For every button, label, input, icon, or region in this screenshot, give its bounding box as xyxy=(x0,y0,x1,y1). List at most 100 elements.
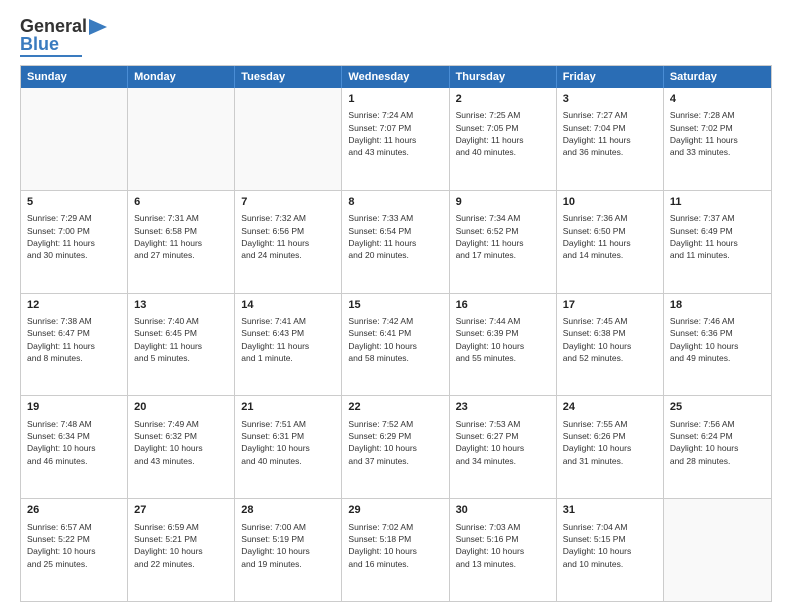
calendar-cell: 31 Sunrise: 7:04 AM Sunset: 5:15 PM Dayli… xyxy=(557,499,664,601)
calendar-cell: 11Sunrise: 7:37 AM Sunset: 6:49 PM Dayli… xyxy=(664,191,771,293)
day-info: Sunrise: 7:49 AM Sunset: 6:32 PM Dayligh… xyxy=(134,418,228,467)
calendar-row-4: 19 Sunrise: 7:48 AM Sunset: 6:34 PM Dayli… xyxy=(21,395,771,498)
day-info: Sunrise: 7:55 AM Sunset: 6:26 PM Dayligh… xyxy=(563,418,657,467)
day-number: 30 xyxy=(456,503,550,518)
day-number: 8 xyxy=(348,195,442,210)
calendar: SundayMondayTuesdayWednesdayThursdayFrid… xyxy=(20,65,772,602)
day-info: Sunrise: 7:24 AM Sunset: 7:07 PM Dayligh… xyxy=(348,109,442,158)
day-number: 17 xyxy=(563,298,657,313)
day-info: Sunrise: 7:45 AM Sunset: 6:38 PM Dayligh… xyxy=(563,315,657,364)
day-number: 31 xyxy=(563,503,657,518)
calendar-cell: 22 Sunrise: 7:52 AM Sunset: 6:29 PM Dayli… xyxy=(342,396,449,498)
day-number: 18 xyxy=(670,298,765,313)
day-number: 19 xyxy=(27,400,121,415)
logo-underline xyxy=(20,55,82,57)
day-info: Sunrise: 7:29 AM Sunset: 7:00 PM Dayligh… xyxy=(27,212,121,261)
calendar-cell: 27 Sunrise: 6:59 AM Sunset: 5:21 PM Dayli… xyxy=(128,499,235,601)
calendar-cell: 19 Sunrise: 7:48 AM Sunset: 6:34 PM Dayli… xyxy=(21,396,128,498)
day-info: Sunrise: 7:53 AM Sunset: 6:27 PM Dayligh… xyxy=(456,418,550,467)
day-info: Sunrise: 7:34 AM Sunset: 6:52 PM Dayligh… xyxy=(456,212,550,261)
calendar-cell: 8Sunrise: 7:33 AM Sunset: 6:54 PM Daylig… xyxy=(342,191,449,293)
day-number: 2 xyxy=(456,92,550,107)
day-info: Sunrise: 7:04 AM Sunset: 5:15 PM Dayligh… xyxy=(563,521,657,570)
header-cell-wednesday: Wednesday xyxy=(342,66,449,88)
calendar-cell: 13 Sunrise: 7:40 AM Sunset: 6:45 PM Dayli… xyxy=(128,294,235,396)
header-cell-monday: Monday xyxy=(128,66,235,88)
day-number: 10 xyxy=(563,195,657,210)
page: General Blue SundayMondayTuesdayWednesda… xyxy=(0,0,792,612)
logo-arrow-icon xyxy=(87,19,109,35)
day-info: Sunrise: 7:02 AM Sunset: 5:18 PM Dayligh… xyxy=(348,521,442,570)
day-number: 1 xyxy=(348,92,442,107)
calendar-cell: 17 Sunrise: 7:45 AM Sunset: 6:38 PM Dayli… xyxy=(557,294,664,396)
calendar-cell: 7Sunrise: 7:32 AM Sunset: 6:56 PM Daylig… xyxy=(235,191,342,293)
day-info: Sunrise: 7:32 AM Sunset: 6:56 PM Dayligh… xyxy=(241,212,335,261)
calendar-row-2: 5 Sunrise: 7:29 AM Sunset: 7:00 PM Daylig… xyxy=(21,190,771,293)
calendar-cell xyxy=(128,88,235,190)
day-info: Sunrise: 7:31 AM Sunset: 6:58 PM Dayligh… xyxy=(134,212,228,261)
calendar-cell: 4 Sunrise: 7:28 AM Sunset: 7:02 PM Daylig… xyxy=(664,88,771,190)
day-info: Sunrise: 6:59 AM Sunset: 5:21 PM Dayligh… xyxy=(134,521,228,570)
calendar-cell: 2 Sunrise: 7:25 AM Sunset: 7:05 PM Daylig… xyxy=(450,88,557,190)
day-number: 24 xyxy=(563,400,657,415)
day-info: Sunrise: 7:25 AM Sunset: 7:05 PM Dayligh… xyxy=(456,109,550,158)
day-number: 28 xyxy=(241,503,335,518)
calendar-cell: 5 Sunrise: 7:29 AM Sunset: 7:00 PM Daylig… xyxy=(21,191,128,293)
calendar-cell: 15 Sunrise: 7:42 AM Sunset: 6:41 PM Dayli… xyxy=(342,294,449,396)
day-info: Sunrise: 7:48 AM Sunset: 6:34 PM Dayligh… xyxy=(27,418,121,467)
calendar-header: SundayMondayTuesdayWednesdayThursdayFrid… xyxy=(21,66,771,88)
day-info: Sunrise: 7:52 AM Sunset: 6:29 PM Dayligh… xyxy=(348,418,442,467)
calendar-cell: 18 Sunrise: 7:46 AM Sunset: 6:36 PM Dayli… xyxy=(664,294,771,396)
day-info: Sunrise: 7:51 AM Sunset: 6:31 PM Dayligh… xyxy=(241,418,335,467)
day-number: 14 xyxy=(241,298,335,313)
day-info: Sunrise: 6:57 AM Sunset: 5:22 PM Dayligh… xyxy=(27,521,121,570)
calendar-cell: 29Sunrise: 7:02 AM Sunset: 5:18 PM Dayli… xyxy=(342,499,449,601)
calendar-cell xyxy=(664,499,771,601)
calendar-cell: 12Sunrise: 7:38 AM Sunset: 6:47 PM Dayli… xyxy=(21,294,128,396)
day-info: Sunrise: 7:38 AM Sunset: 6:47 PM Dayligh… xyxy=(27,315,121,364)
day-number: 13 xyxy=(134,298,228,313)
day-number: 26 xyxy=(27,503,121,518)
day-number: 4 xyxy=(670,92,765,107)
day-info: Sunrise: 7:46 AM Sunset: 6:36 PM Dayligh… xyxy=(670,315,765,364)
day-number: 20 xyxy=(134,400,228,415)
day-number: 5 xyxy=(27,195,121,210)
day-info: Sunrise: 7:42 AM Sunset: 6:41 PM Dayligh… xyxy=(348,315,442,364)
header: General Blue xyxy=(20,16,772,57)
header-cell-thursday: Thursday xyxy=(450,66,557,88)
calendar-cell xyxy=(235,88,342,190)
calendar-cell: 6 Sunrise: 7:31 AM Sunset: 6:58 PM Daylig… xyxy=(128,191,235,293)
calendar-cell: 9 Sunrise: 7:34 AM Sunset: 6:52 PM Daylig… xyxy=(450,191,557,293)
day-number: 11 xyxy=(670,195,765,210)
calendar-body: 1 Sunrise: 7:24 AM Sunset: 7:07 PM Daylig… xyxy=(21,88,771,601)
calendar-cell: 10 Sunrise: 7:36 AM Sunset: 6:50 PM Dayli… xyxy=(557,191,664,293)
day-number: 15 xyxy=(348,298,442,313)
day-number: 6 xyxy=(134,195,228,210)
day-info: Sunrise: 7:00 AM Sunset: 5:19 PM Dayligh… xyxy=(241,521,335,570)
logo: General Blue xyxy=(20,16,109,57)
calendar-cell: 30Sunrise: 7:03 AM Sunset: 5:16 PM Dayli… xyxy=(450,499,557,601)
day-number: 3 xyxy=(563,92,657,107)
day-info: Sunrise: 7:36 AM Sunset: 6:50 PM Dayligh… xyxy=(563,212,657,261)
calendar-cell: 20 Sunrise: 7:49 AM Sunset: 6:32 PM Dayli… xyxy=(128,396,235,498)
day-info: Sunrise: 7:40 AM Sunset: 6:45 PM Dayligh… xyxy=(134,315,228,364)
day-info: Sunrise: 7:41 AM Sunset: 6:43 PM Dayligh… xyxy=(241,315,335,364)
calendar-cell: 1 Sunrise: 7:24 AM Sunset: 7:07 PM Daylig… xyxy=(342,88,449,190)
header-cell-tuesday: Tuesday xyxy=(235,66,342,88)
day-number: 27 xyxy=(134,503,228,518)
calendar-cell: 21 Sunrise: 7:51 AM Sunset: 6:31 PM Dayli… xyxy=(235,396,342,498)
day-number: 25 xyxy=(670,400,765,415)
calendar-cell: 16Sunrise: 7:44 AM Sunset: 6:39 PM Dayli… xyxy=(450,294,557,396)
day-info: Sunrise: 7:28 AM Sunset: 7:02 PM Dayligh… xyxy=(670,109,765,158)
logo-blue: Blue xyxy=(20,35,59,53)
calendar-row-3: 12Sunrise: 7:38 AM Sunset: 6:47 PM Dayli… xyxy=(21,293,771,396)
day-number: 22 xyxy=(348,400,442,415)
day-number: 16 xyxy=(456,298,550,313)
header-cell-saturday: Saturday xyxy=(664,66,771,88)
calendar-row-5: 26 Sunrise: 6:57 AM Sunset: 5:22 PM Dayli… xyxy=(21,498,771,601)
calendar-cell: 14 Sunrise: 7:41 AM Sunset: 6:43 PM Dayli… xyxy=(235,294,342,396)
day-number: 9 xyxy=(456,195,550,210)
day-number: 21 xyxy=(241,400,335,415)
header-cell-sunday: Sunday xyxy=(21,66,128,88)
calendar-cell: 25Sunrise: 7:56 AM Sunset: 6:24 PM Dayli… xyxy=(664,396,771,498)
